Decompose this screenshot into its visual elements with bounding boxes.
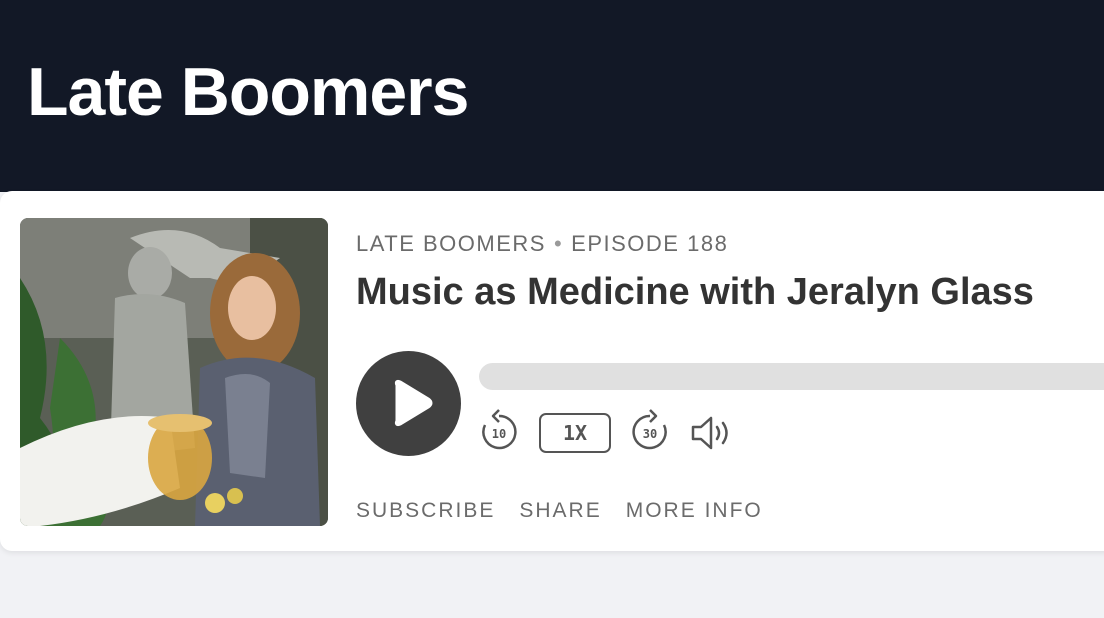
show-name: LATE BOOMERS <box>356 231 546 256</box>
play-icon <box>394 379 433 427</box>
episode-artwork <box>20 218 328 526</box>
volume-button[interactable] <box>690 413 734 453</box>
more-info-link[interactable]: MORE INFO <box>626 499 763 522</box>
page-title: Late Boomers <box>27 54 469 130</box>
progress-bar[interactable] <box>479 363 1104 390</box>
episode-number: EPISODE 188 <box>571 231 729 256</box>
volume-icon <box>691 416 728 450</box>
episode-links: SUBSCRIBE SHARE MORE INFO <box>356 499 787 523</box>
forward-30-icon: 30 <box>632 409 667 450</box>
meta-separator: • <box>553 231 564 256</box>
episode-title: Music as Medicine with Jeralyn Glass <box>356 271 1034 313</box>
episode-player-card: LATE BOOMERS • EPISODE 188 Music as Medici… <box>0 191 1104 551</box>
rewind-seconds: 10 <box>492 427 506 441</box>
share-link[interactable]: SHARE <box>519 499 601 522</box>
rewind-10-icon: 10 <box>482 409 517 450</box>
play-button[interactable] <box>356 351 461 456</box>
page-header: Late Boomers <box>0 0 1104 192</box>
rewind-button[interactable]: 10 <box>479 407 519 453</box>
forward-button[interactable]: 30 <box>630 407 670 453</box>
forward-seconds: 30 <box>643 427 657 441</box>
subscribe-link[interactable]: SUBSCRIBE <box>356 499 495 522</box>
episode-meta: LATE BOOMERS • EPISODE 188 <box>356 231 728 257</box>
playback-speed-button[interactable]: 1X <box>539 413 611 453</box>
